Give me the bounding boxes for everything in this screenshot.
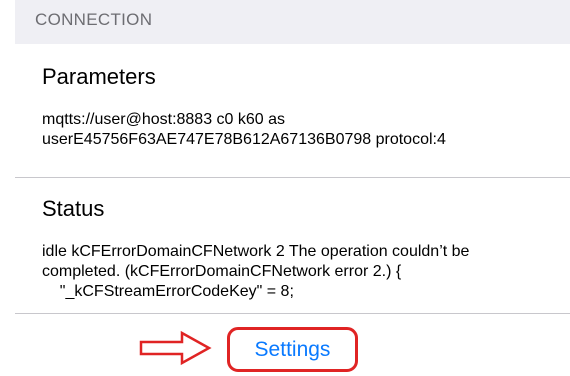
parameters-cell: Parameters mqtts://user@host:8883 c0 k60… xyxy=(15,44,570,178)
section-header-label: CONNECTION xyxy=(35,10,153,29)
section-header-connection: CONNECTION xyxy=(15,0,570,44)
status-value: idle kCFErrorDomainCFNetwork 2 The opera… xyxy=(42,243,470,300)
parameters-value: mqtts://user@host:8883 c0 k60 as userE45… xyxy=(42,111,446,148)
right-arrow-icon xyxy=(139,330,212,366)
status-title: Status xyxy=(42,196,105,221)
status-cell: Status idle kCFErrorDomainCFNetwork 2 Th… xyxy=(15,179,570,314)
settings-button[interactable]: Settings xyxy=(227,327,358,372)
parameters-title: Parameters xyxy=(42,64,156,89)
